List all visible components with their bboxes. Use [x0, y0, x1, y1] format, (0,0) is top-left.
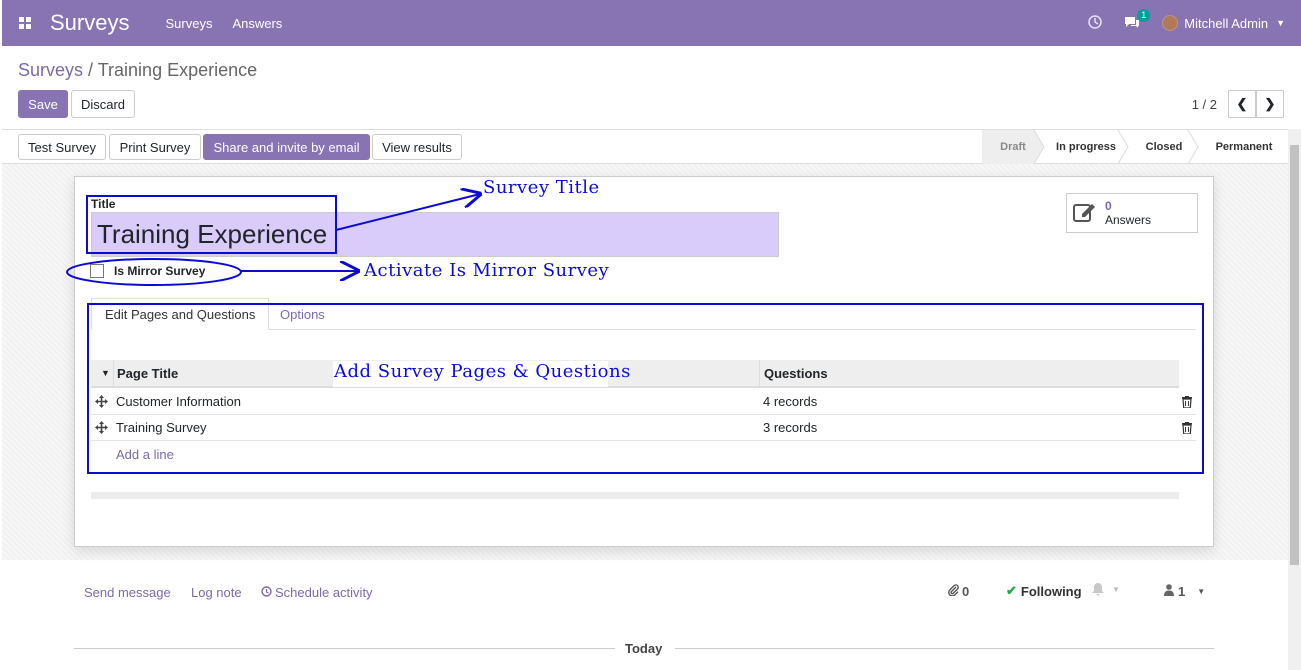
divider-right	[675, 648, 1214, 649]
followers-button[interactable]: 1 ▼	[1164, 584, 1205, 599]
clock-icon	[261, 585, 272, 600]
bell-caret-icon[interactable]: ▼	[1112, 585, 1120, 594]
following-button[interactable]: ✔ Following	[1006, 583, 1082, 599]
today-separator: Today	[625, 641, 663, 656]
bell-icon[interactable]	[1092, 583, 1104, 599]
schedule-activity-label: Schedule activity	[275, 585, 373, 600]
send-message-button[interactable]: Send message	[84, 585, 171, 600]
check-icon: ✔	[1006, 583, 1017, 598]
annotation-mirror: Activate Is Mirror Survey	[364, 260, 610, 281]
log-note-button[interactable]: Log note	[191, 585, 242, 600]
attachments-count: 0	[962, 584, 970, 599]
annotation-survey-title: Survey Title	[483, 177, 600, 198]
divider-left	[74, 648, 615, 649]
followers-caret-icon: ▼	[1197, 587, 1206, 596]
annotation-pages: Add Survey Pages & Questions	[334, 361, 631, 382]
attachments-button[interactable]: 0	[948, 584, 969, 599]
user-icon	[1164, 584, 1174, 599]
schedule-activity-button[interactable]: Schedule activity	[261, 585, 373, 600]
annotation-overlay	[66, 0, 1204, 474]
paperclip-icon	[948, 584, 959, 599]
following-label: Following	[1020, 583, 1082, 599]
followers-count: 1	[1178, 584, 1186, 599]
